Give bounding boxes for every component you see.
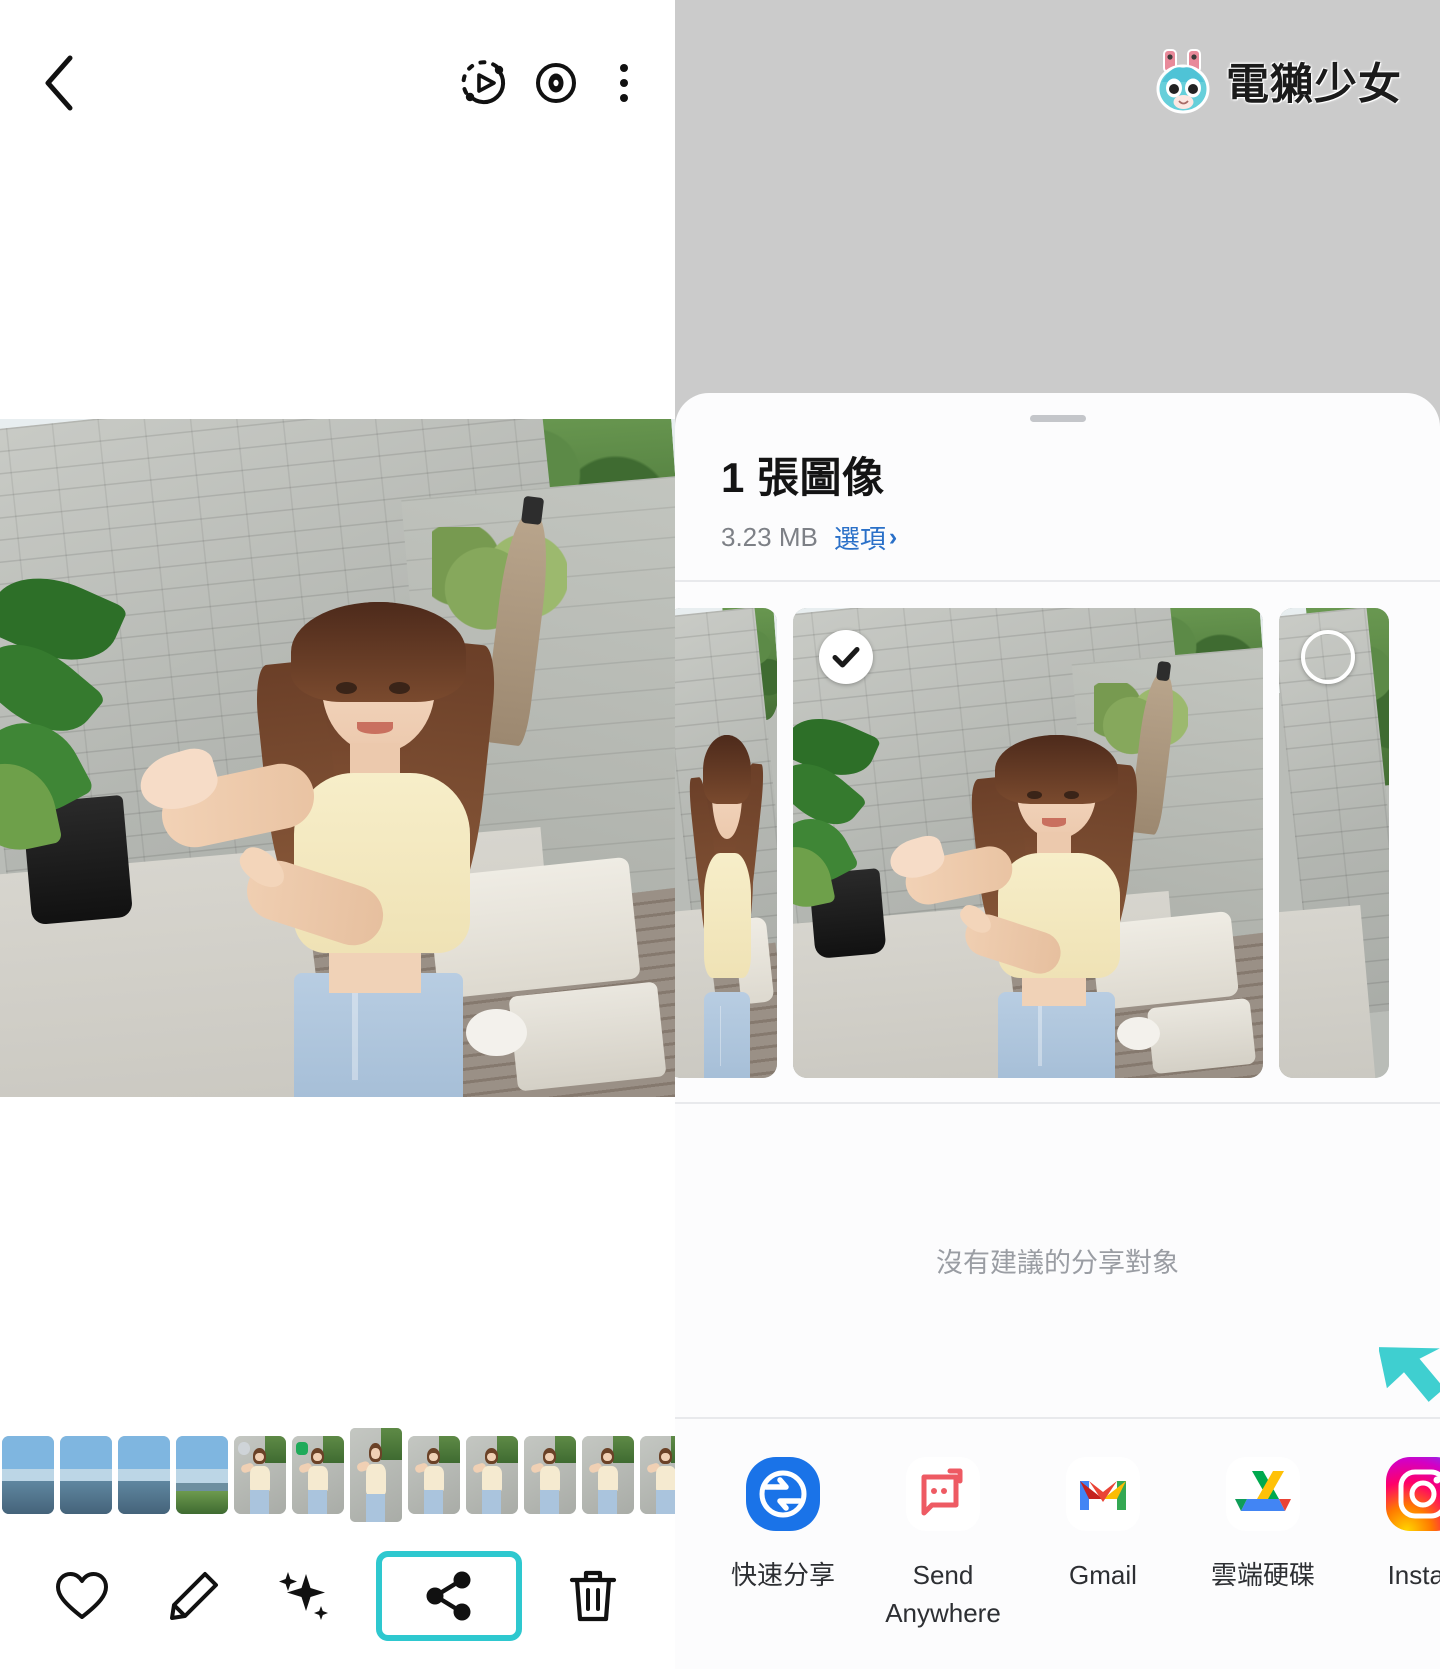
- quick-share-icon: [742, 1453, 824, 1535]
- options-link[interactable]: 選項 ›: [834, 519, 897, 556]
- app-label: 雲端硬碟: [1210, 1560, 1315, 1590]
- kebab-dot: [620, 93, 628, 102]
- filmstrip-thumb[interactable]: [524, 1436, 576, 1514]
- share-sheet-panel: 電獺少女 1 張圖像 3.23 MB 選項 › 沒有建議的分享對象 快速分享 S…: [675, 0, 1440, 1669]
- selected-images-row[interactable]: [675, 582, 1440, 1102]
- filmstrip-thumb-active[interactable]: [350, 1428, 402, 1522]
- watermark-text: 電獺少女: [1226, 60, 1402, 110]
- share-button[interactable]: [376, 1551, 523, 1641]
- sparkles-icon: [279, 1572, 329, 1620]
- delete-button[interactable]: [552, 1555, 634, 1637]
- filmstrip-thumb[interactable]: [640, 1436, 675, 1514]
- motion-photo-play-icon: [461, 59, 506, 104]
- gallery-top-bar: [0, 0, 675, 165]
- filmstrip-thumb[interactable]: [60, 1436, 112, 1514]
- filmstrip-thumb[interactable]: [408, 1436, 460, 1514]
- filmstrip-thumb[interactable]: [234, 1436, 286, 1514]
- share-sheet-header: 1 張圖像 3.23 MB 選項 ›: [675, 422, 1440, 556]
- photo-subject: [133, 602, 540, 1097]
- pencil-icon: [169, 1572, 218, 1620]
- site-watermark: 電獺少女: [1152, 48, 1402, 114]
- filmstrip-thumb[interactable]: [292, 1436, 344, 1514]
- instagram-icon: [1382, 1453, 1440, 1535]
- share-target-apps: 快速分享 Send Anywhere Gmail 雲端硬碟 Insta: [675, 1419, 1440, 1669]
- filmstrip-thumb[interactable]: [2, 1436, 54, 1514]
- android-share-sheet: 1 張圖像 3.23 MB 選項 › 沒有建議的分享對象 快速分享 Send A…: [675, 393, 1440, 1669]
- share-target-instagram[interactable]: Instag: [1343, 1453, 1440, 1595]
- share-target-quick-share[interactable]: 快速分享: [703, 1453, 863, 1595]
- photo-foliage: [0, 557, 182, 866]
- cyan-pointer-arrow-icon: [1378, 1347, 1440, 1402]
- share-target-google-drive[interactable]: 雲端硬碟: [1183, 1453, 1343, 1595]
- back-button[interactable]: [28, 52, 90, 114]
- share-icon: [426, 1571, 471, 1621]
- app-label: 快速分享: [730, 1560, 835, 1590]
- filmstrip[interactable]: [0, 1427, 675, 1523]
- annotation-arrow: [1378, 1330, 1440, 1420]
- circle-outline-icon[interactable]: [1301, 630, 1355, 684]
- photo-action-bar: [0, 1523, 675, 1669]
- photo-scene: [793, 608, 1263, 1078]
- app-label: Gmail: [1069, 1560, 1137, 1590]
- chevron-right-icon: ›: [888, 523, 898, 551]
- main-photo[interactable]: [0, 419, 675, 1097]
- kebab-dot: [620, 63, 628, 72]
- check-circle-filled-icon[interactable]: [819, 630, 873, 684]
- thumbnail-previous[interactable]: [675, 608, 777, 1078]
- heart-icon: [55, 1572, 108, 1619]
- share-title: 1 張圖像: [721, 454, 885, 501]
- eye-icon: [536, 62, 576, 103]
- mascot-avatar-icon: [1152, 48, 1216, 114]
- app-label: Instag: [1387, 1560, 1440, 1590]
- app-label: Send Anywhere: [885, 1560, 1001, 1628]
- view-details-button[interactable]: [523, 50, 589, 116]
- share-target-gmail[interactable]: Gmail: [1023, 1453, 1183, 1595]
- no-suggestions-message: 沒有建議的分享對象: [936, 1248, 1179, 1278]
- edit-button[interactable]: [153, 1555, 235, 1637]
- send-anywhere-icon: [902, 1453, 984, 1535]
- photo-scene: [675, 608, 777, 1078]
- chevron-left-icon: [45, 55, 73, 110]
- google-drive-icon: [1222, 1453, 1304, 1535]
- filmstrip-thumb[interactable]: [582, 1436, 634, 1514]
- share-target-send-anywhere[interactable]: Send Anywhere: [863, 1453, 1023, 1632]
- filmstrip-thumb[interactable]: [176, 1436, 228, 1514]
- trash-icon: [569, 1570, 617, 1622]
- enhance-button[interactable]: [264, 1555, 346, 1637]
- favorite-button[interactable]: [41, 1555, 123, 1637]
- thumbnail-selected[interactable]: [793, 608, 1263, 1078]
- screenshot-root: 電獺少女 1 張圖像 3.23 MB 選項 › 沒有建議的分享對象 快速分享 S…: [0, 0, 1440, 1669]
- filmstrip-thumb[interactable]: [118, 1436, 170, 1514]
- kebab-dot: [620, 78, 628, 87]
- options-label: 選項: [833, 524, 886, 554]
- photo-scene: [0, 419, 675, 1097]
- more-options-button[interactable]: [601, 50, 647, 116]
- share-subline: 3.23 MB 選項 ›: [721, 519, 1394, 556]
- drag-handle[interactable]: [1029, 415, 1086, 422]
- filmstrip-thumb[interactable]: [466, 1436, 518, 1514]
- file-size-label: 3.23 MB: [721, 522, 818, 552]
- gmail-icon: [1062, 1453, 1144, 1535]
- thumbnail-next[interactable]: [1279, 608, 1389, 1078]
- motion-photo-button[interactable]: [451, 50, 517, 116]
- gallery-viewer-panel: [0, 0, 675, 1669]
